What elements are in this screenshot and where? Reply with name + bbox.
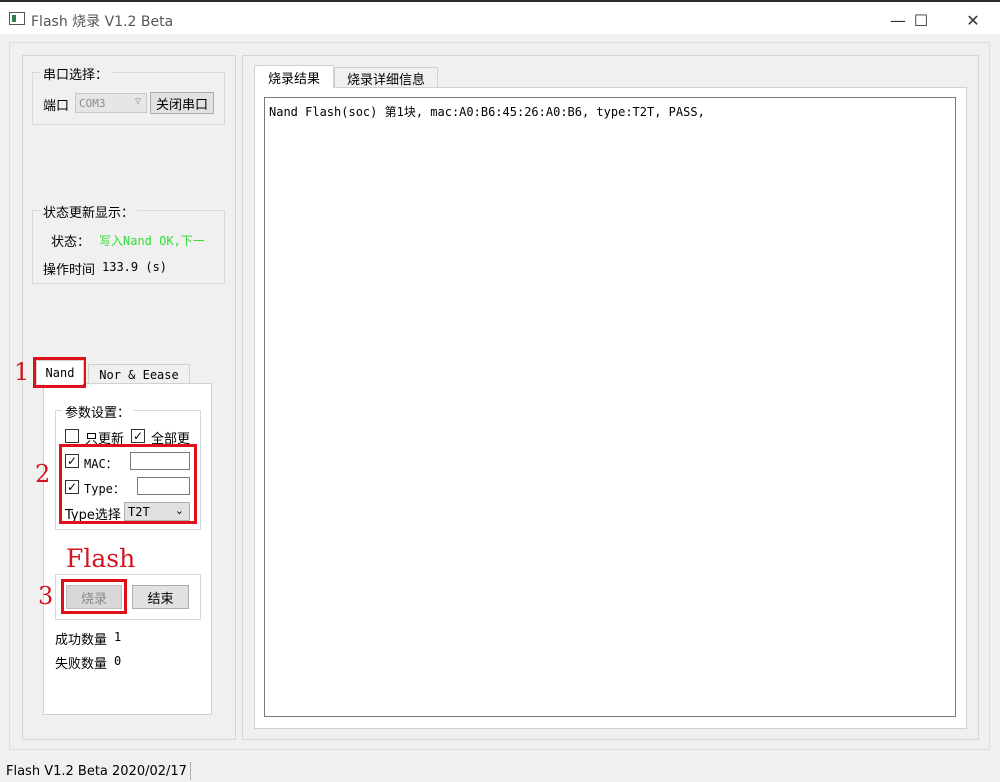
status-bar-divider bbox=[190, 762, 191, 780]
update-only-checkbox[interactable] bbox=[65, 429, 79, 443]
annotation-number-2: 2 bbox=[35, 460, 51, 488]
port-select-value: COM3 bbox=[79, 96, 106, 110]
annotation-number-1: 1 bbox=[14, 358, 30, 386]
params-group-title: 参数设置： bbox=[62, 402, 134, 421]
annotation-flash-label: Flash bbox=[66, 544, 136, 573]
status-value: 写入Nand OK,下一 bbox=[99, 234, 205, 248]
operation-time-label: 操作时间 bbox=[43, 263, 96, 278]
close-button[interactable]: ✕ bbox=[950, 4, 996, 36]
result-log-textarea[interactable]: Nand Flash(soc) 第1块, mac:A0:B6:45:26:A0:… bbox=[264, 97, 956, 717]
update-all-checkbox[interactable]: ✓ bbox=[131, 429, 145, 443]
chevron-down-icon: ▽ bbox=[134, 96, 141, 107]
fail-count: 0 bbox=[114, 654, 122, 668]
app-icon bbox=[9, 12, 25, 25]
status-bar-text: Flash V1.2 Beta 2020/02/17 bbox=[6, 764, 187, 779]
fail-label: 失败数量 bbox=[55, 657, 108, 672]
status-bar: Flash V1.2 Beta 2020/02/17 bbox=[0, 760, 1000, 782]
port-select[interactable]: COM3 ▽ bbox=[75, 93, 147, 113]
tab-burn-details[interactable]: 烧录详细信息 bbox=[334, 67, 438, 88]
tab-nand[interactable]: Nand bbox=[36, 360, 84, 384]
log-line: Nand Flash(soc) 第1块, mac:A0:B6:45:26:A0:… bbox=[269, 105, 705, 119]
status-group-title: 状态更新显示： bbox=[40, 202, 138, 221]
tab-burn-result[interactable]: 烧录结果 bbox=[254, 65, 334, 88]
annotation-box-3 bbox=[61, 579, 127, 614]
status-label: 状态： bbox=[51, 235, 91, 250]
success-count: 1 bbox=[114, 630, 122, 644]
window-title: Flash 烧录 V1.2 Beta bbox=[31, 14, 174, 30]
success-label: 成功数量 bbox=[55, 633, 108, 648]
operation-time-value: 133.9 (s) bbox=[102, 260, 168, 274]
close-port-button[interactable]: 关闭串口 bbox=[150, 92, 214, 114]
port-label: 端口 bbox=[43, 99, 70, 114]
title-bar[interactable]: Flash 烧录 V1.2 Beta — ☐ ✕ bbox=[0, 2, 1000, 34]
check-icon: ✓ bbox=[132, 429, 144, 443]
serial-group-title: 串口选择： bbox=[40, 64, 112, 83]
annotation-box-2 bbox=[59, 444, 197, 524]
end-button[interactable]: 结束 bbox=[132, 585, 189, 609]
tab-nor-eease[interactable]: Nor & Eease bbox=[88, 364, 190, 384]
maximize-button[interactable]: ☐ bbox=[898, 4, 944, 36]
annotation-number-3: 3 bbox=[38, 582, 54, 610]
